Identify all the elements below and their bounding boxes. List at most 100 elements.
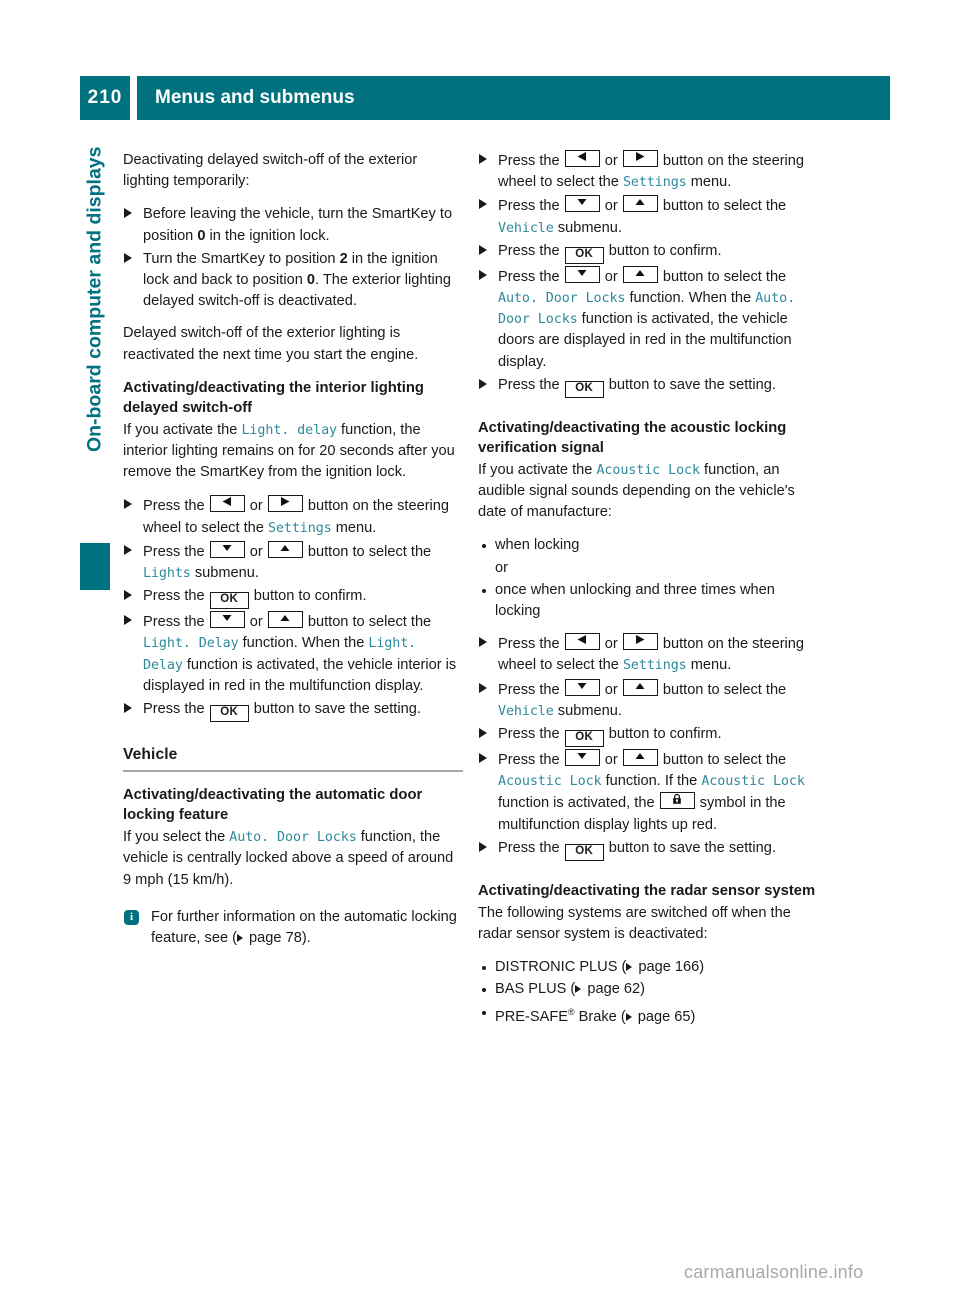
- text-extra-post: function is activated, the vehicle inter…: [143, 656, 457, 694]
- key-up-icon[interactable]: [267, 611, 303, 629]
- key-left-icon[interactable]: [564, 633, 600, 651]
- chapter-tab-marker: [80, 543, 110, 590]
- key-ok-button[interactable]: OK: [564, 730, 604, 748]
- auto-door-locking-heading: Activating/deactivating the automatic do…: [123, 787, 423, 824]
- reactivated-note: Delayed switch-off of the exterior light…: [123, 325, 419, 363]
- text-post: button to select the: [658, 681, 787, 698]
- text-tail: submenu.: [190, 565, 259, 582]
- step-item: Press the or button to select the Lights…: [123, 540, 463, 584]
- step-item: Press the or button to select the Vehicl…: [478, 678, 818, 722]
- text-post: button to confirm.: [604, 242, 722, 259]
- list-item: BAS PLUS ( page 62): [478, 979, 818, 1000]
- arrow-bullet-icon: [124, 703, 132, 714]
- key-ok-button[interactable]: OK: [564, 380, 604, 398]
- page-ref[interactable]: page 65: [634, 1009, 691, 1025]
- step-item: Press the or button to select the Vehicl…: [478, 195, 818, 238]
- page-ref[interactable]: page 166: [634, 959, 699, 975]
- text-tail: function.: [238, 635, 298, 652]
- key-down-icon[interactable]: [209, 611, 245, 629]
- text-post: button to select the: [658, 268, 787, 285]
- key-right-icon[interactable]: [622, 633, 658, 651]
- arrow-bullet-icon: [124, 252, 132, 263]
- menu-token-light-delay: Light. delay: [241, 422, 337, 438]
- arrow-bullet-icon: [479, 682, 487, 693]
- key-ok-button[interactable]: OK: [209, 592, 249, 610]
- step-item: Press the OK button to confirm.: [123, 586, 463, 610]
- page-ref[interactable]: page 62: [583, 981, 640, 997]
- step-item: Press the or button to select the Acoust…: [478, 749, 818, 836]
- key-down-icon[interactable]: [564, 265, 600, 283]
- menu-token-acoustic-lock: Acoustic Lock: [596, 462, 700, 478]
- menu-token-settings: Settings: [622, 658, 687, 674]
- menu-token-acoustic-lock: Acoustic Lock: [498, 774, 602, 790]
- right-column: Press the or button on the steering whee…: [478, 150, 818, 1039]
- text-pre: Press the: [498, 153, 564, 169]
- text-or: or: [245, 614, 267, 631]
- list-item-or: or: [495, 559, 508, 576]
- arrow-bullet-icon: [479, 841, 487, 852]
- text-or: or: [245, 498, 267, 515]
- watermark: carmanualsonline.info: [684, 1262, 864, 1282]
- step-text-pre: Turn the SmartKey to position: [143, 250, 340, 267]
- system-label: PRE-SAFE: [495, 1008, 568, 1025]
- list-item: once when unlocking and three times when…: [478, 580, 818, 622]
- intro-line-1: Deactivating delayed switch-off of the: [123, 152, 365, 168]
- text-or: or: [245, 543, 267, 560]
- text-extra-pre: If the: [664, 773, 702, 790]
- key-down-icon[interactable]: [564, 678, 600, 696]
- interior-steps: Press the or button on the steering whee…: [123, 495, 463, 723]
- list-item: DISTRONIC PLUS ( page 166): [478, 957, 818, 978]
- key-up-icon[interactable]: [622, 265, 658, 283]
- tail: ): [640, 981, 645, 998]
- text-post: button to select the: [303, 543, 432, 560]
- text-pre: If you select the: [123, 829, 230, 846]
- text-tail: function.: [625, 290, 685, 307]
- key-ok-button[interactable]: OK: [209, 705, 249, 723]
- arrow-bullet-icon: [124, 544, 132, 555]
- menu-token-settings: Settings: [622, 175, 687, 191]
- key-down-icon[interactable]: [564, 195, 600, 213]
- arrow-bullet-icon: [124, 590, 132, 601]
- text-extra-pre: When the: [688, 290, 756, 307]
- step-item: Press the OK button to confirm.: [478, 241, 818, 264]
- key-ok-button[interactable]: OK: [564, 246, 604, 264]
- key-up-icon[interactable]: [622, 749, 658, 767]
- acoustic-steps: Press the or button on the steering whee…: [478, 633, 818, 861]
- step-item: Press the or button on the steering whee…: [123, 495, 463, 538]
- text-pre: Press the: [498, 681, 564, 698]
- menu-token-vehicle: Vehicle: [498, 703, 554, 719]
- key-up-icon[interactable]: [622, 195, 658, 213]
- key-up-icon[interactable]: [267, 540, 303, 558]
- page-reference-icon: [625, 1012, 632, 1021]
- chapter-label: On-board computer and displays: [83, 146, 106, 453]
- header-bar: Menus and submenus: [137, 76, 890, 120]
- menu-token-vehicle: Vehicle: [498, 220, 554, 236]
- step-item: Press the or button to select the Light.…: [123, 611, 463, 697]
- key-left-icon[interactable]: [209, 495, 245, 513]
- key-left-icon[interactable]: [564, 150, 600, 167]
- text-pre: Press the: [498, 198, 564, 215]
- key-down-icon[interactable]: [209, 540, 245, 558]
- system-label: BAS PLUS (: [495, 981, 576, 998]
- key-up-icon[interactable]: [622, 678, 658, 696]
- info-icon: i: [124, 909, 139, 925]
- text-or: or: [600, 681, 622, 698]
- text-or: or: [600, 268, 622, 285]
- note-page-ref[interactable]: page 78: [245, 930, 302, 946]
- arrow-bullet-icon: [479, 378, 487, 389]
- list-item: PRE-SAFE® Brake ( page 65): [478, 1002, 818, 1028]
- text-tail: menu.: [686, 657, 732, 674]
- key-right-icon[interactable]: [267, 495, 303, 513]
- page-reference-icon: [237, 934, 243, 943]
- key-down-icon[interactable]: [564, 749, 600, 767]
- text-tail: submenu.: [553, 219, 622, 236]
- radar-bullet-list: DISTRONIC PLUS ( page 166) BAS PLUS ( pa…: [478, 957, 818, 1027]
- key-right-icon[interactable]: [622, 150, 658, 167]
- arrow-bullet-icon: [479, 637, 487, 648]
- acoustic-intro-paragraph: If you activate the Acoustic Lock functi…: [478, 460, 818, 524]
- menu-token-acoustic-lock: Acoustic Lock: [701, 774, 805, 790]
- interior-intro-paragraph: If you activate the Light. delay functio…: [123, 420, 463, 484]
- key-ok-button[interactable]: OK: [564, 843, 604, 861]
- text-or: or: [600, 752, 622, 769]
- page-title: Menus and submenus: [155, 87, 355, 108]
